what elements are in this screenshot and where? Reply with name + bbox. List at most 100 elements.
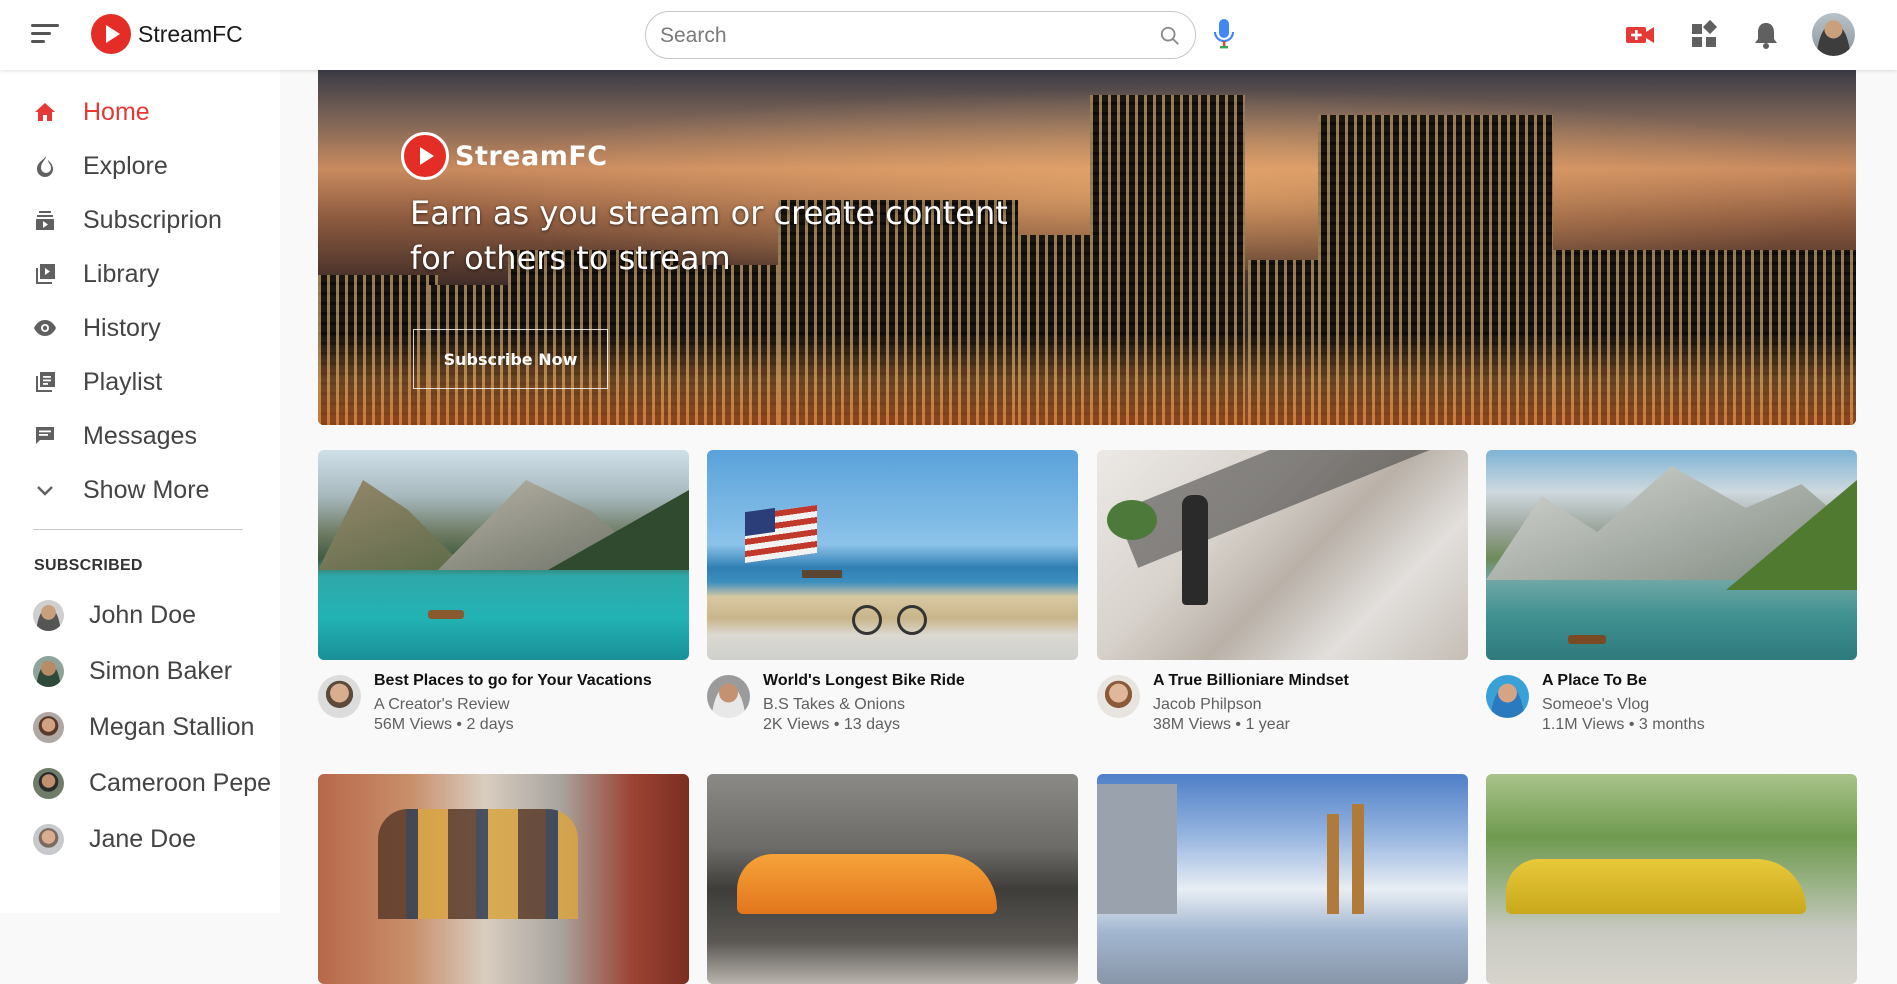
sidebar-item-show-more[interactable]: Show More	[0, 465, 280, 515]
escalator-shape	[1115, 450, 1468, 568]
sidebar-item-label: History	[83, 313, 161, 342]
video-title[interactable]: Best Places to go for Your Vacations	[374, 672, 652, 690]
channel-avatar[interactable]	[318, 675, 361, 718]
notifications-bell-icon[interactable]	[1750, 19, 1782, 51]
subscribed-channel[interactable]: Megan Stallion	[0, 702, 280, 752]
user-avatar[interactable]	[1812, 13, 1855, 56]
video-meta: 56M Views • 2 days	[374, 716, 514, 733]
channel-avatar	[33, 656, 64, 687]
subscribed-channel[interactable]: John Doe	[0, 590, 280, 640]
sidebar-item-subscription[interactable]: Subscriprion	[0, 195, 280, 245]
video-meta: 38M Views • 1 year	[1153, 716, 1290, 733]
plant-shape	[1107, 500, 1157, 540]
subscribed-channel[interactable]: Jane Doe	[0, 814, 280, 864]
subscriptions-icon	[33, 208, 57, 232]
boat-shape	[1568, 635, 1606, 644]
sidebar-item-playlist[interactable]: Playlist	[0, 357, 280, 407]
channel-avatar[interactable]	[707, 675, 750, 718]
microphone-icon[interactable]	[1212, 17, 1236, 51]
wheel-shape	[852, 605, 882, 635]
channel-avatar[interactable]	[1097, 675, 1140, 718]
sidebar-item-messages[interactable]: Messages	[0, 411, 280, 461]
video-thumbnail[interactable]	[1486, 774, 1857, 984]
video-thumbnail[interactable]	[1097, 774, 1468, 984]
channel-avatar	[33, 600, 64, 631]
playlist-icon	[33, 370, 57, 394]
sidebar: Home Explore Subscriprion Library Histor…	[0, 70, 280, 913]
home-icon	[33, 100, 57, 124]
channel-name: Megan Stallion	[89, 713, 255, 741]
chat-icon	[33, 424, 57, 448]
video-meta: 1.1M Views • 3 months	[1542, 716, 1705, 733]
sidebar-item-label: Subscriprion	[83, 205, 222, 234]
pole-shape	[1327, 814, 1339, 914]
sidebar-item-library[interactable]: Library	[0, 249, 280, 299]
sidebar-item-label: Playlist	[83, 367, 163, 396]
channel-name[interactable]: Jacob Philpson	[1153, 696, 1262, 714]
channel-name: Jane Doe	[89, 825, 197, 853]
channel-name: Cameroon Pepe	[89, 769, 272, 797]
channel-name: John Doe	[89, 601, 197, 629]
banner-logo: StreamFC	[401, 132, 608, 180]
channel-name[interactable]: B.S Takes & Onions	[763, 696, 905, 714]
sidebar-item-label: Show More	[83, 475, 210, 504]
sidebar-item-label: Explore	[83, 151, 168, 180]
video-thumbnail[interactable]	[1486, 450, 1857, 660]
banner-headline-line: Earn as you stream or create content	[410, 194, 1008, 232]
subscribe-now-button[interactable]: Subscribe Now	[413, 329, 608, 389]
channel-name[interactable]: Someoe's Vlog	[1542, 696, 1649, 714]
subscribed-channel[interactable]: Cameroon Pepe	[0, 758, 280, 808]
subscribed-channel[interactable]: Simon Baker	[0, 646, 280, 696]
sports-car-shape	[1506, 859, 1806, 914]
video-meta: 2K Views • 13 days	[763, 716, 900, 733]
video-thumbnail[interactable]	[707, 774, 1078, 984]
search-input[interactable]	[660, 20, 1130, 52]
search-box	[645, 11, 1196, 59]
banner-headline: Earn as you stream or create content for…	[410, 191, 1030, 281]
video-title[interactable]: World's Longest Bike Ride	[763, 672, 965, 690]
chevron-down-icon	[33, 478, 57, 502]
channel-name: Simon Baker	[89, 657, 233, 685]
people-group-shape	[378, 809, 578, 919]
sidebar-item-history[interactable]: History	[0, 303, 280, 353]
video-thumbnail[interactable]	[318, 450, 689, 660]
mountain-shape	[318, 480, 468, 570]
sidebar-item-label: Library	[83, 259, 160, 288]
flame-icon	[33, 154, 57, 178]
video-title[interactable]: A Place To Be	[1542, 672, 1647, 690]
create-video-icon[interactable]	[1624, 19, 1656, 51]
hamburger-menu-icon[interactable]	[31, 22, 59, 46]
sidebar-item-label: Messages	[83, 421, 197, 450]
sidebar-item-home[interactable]: Home	[0, 87, 280, 137]
pole-shape	[1352, 804, 1364, 914]
boat-shape	[428, 610, 464, 619]
app-logo[interactable]: StreamFC	[91, 14, 243, 54]
channel-avatar[interactable]	[1486, 675, 1529, 718]
banner-headline-line: for others to stream	[410, 239, 731, 277]
building-shape	[1097, 784, 1177, 914]
person-shape	[1182, 495, 1208, 605]
channel-name[interactable]: A Creator's Review	[374, 696, 510, 714]
video-thumbnail[interactable]	[707, 450, 1078, 660]
promo-banner[interactable]: StreamFC Earn as you stream or create co…	[318, 70, 1856, 425]
library-icon	[33, 262, 57, 286]
channel-avatar	[33, 712, 64, 743]
app-name: StreamFC	[138, 20, 243, 47]
play-logo-icon	[401, 132, 449, 180]
video-title[interactable]: A True Billioniare Mindset	[1153, 672, 1349, 690]
channel-avatar	[33, 768, 64, 799]
video-thumbnail[interactable]	[318, 774, 689, 984]
top-bar: StreamFC	[0, 0, 1897, 70]
wheel-shape	[897, 605, 927, 635]
banner-logo-text: StreamFC	[455, 140, 608, 172]
sidebar-divider	[33, 529, 243, 530]
bench-shape	[802, 570, 842, 578]
sidebar-item-explore[interactable]: Explore	[0, 141, 280, 191]
video-thumbnail[interactable]	[1097, 450, 1468, 660]
sidebar-item-label: Home	[83, 97, 150, 126]
channel-avatar	[33, 824, 64, 855]
apps-grid-icon[interactable]	[1688, 19, 1720, 51]
search-icon[interactable]	[1159, 25, 1181, 47]
eye-icon	[33, 316, 57, 340]
flag-shape	[745, 507, 775, 537]
